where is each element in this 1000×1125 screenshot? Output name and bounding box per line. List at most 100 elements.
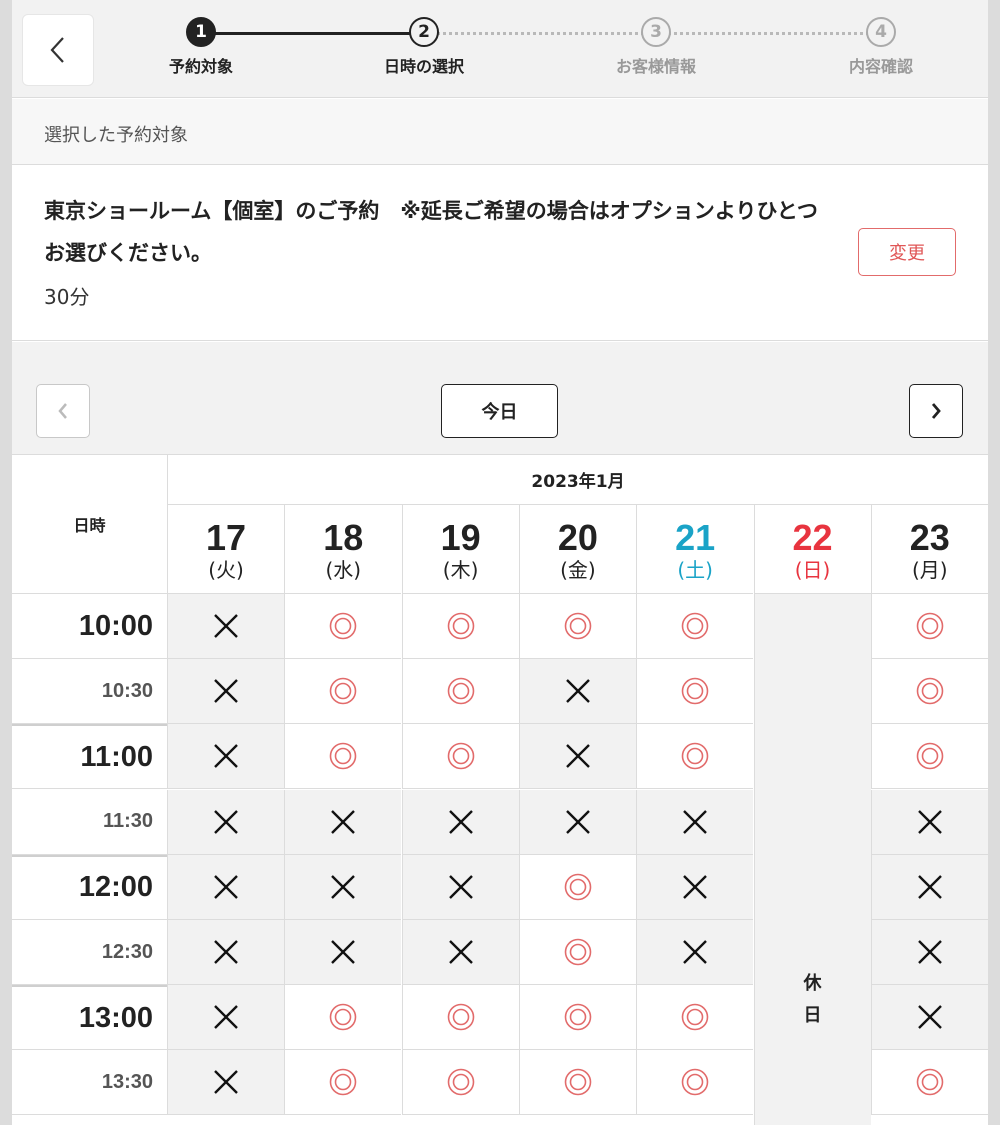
time-slot-available[interactable]: [518, 920, 636, 985]
selected-target: 東京ショールーム【個室】のご予約 ※延長ご希望の場合はオプションよりひとつお選び…: [12, 166, 988, 341]
time-slot-unavailable: [167, 1050, 284, 1116]
unavailable-x-icon: [214, 679, 238, 704]
time-slot-available[interactable]: [284, 659, 402, 725]
time-slot-unavailable: [401, 789, 519, 855]
unavailable-x-icon: [448, 874, 473, 899]
time-label: 11:30: [12, 790, 167, 855]
unavailable-x-icon: [917, 809, 942, 834]
unavailable-x-icon: [683, 809, 708, 834]
time-slot-available[interactable]: [518, 985, 636, 1051]
unavailable-x-icon: [214, 1070, 238, 1095]
step-2-number: 2: [409, 17, 439, 47]
day-header: 20 (金): [518, 505, 636, 594]
step-4-number: 4: [866, 17, 896, 47]
available-double-circle-icon: [916, 612, 944, 640]
booking-page: 1 予約対象 2 日時の選択 3 お客様情報 4 内容確認 選択した予約対象 東…: [12, 0, 988, 1125]
time-slot-unavailable: [284, 789, 402, 855]
time-slot-available[interactable]: [518, 854, 636, 920]
available-double-circle-icon: [681, 612, 709, 640]
target-name: 東京ショールーム【個室】のご予約 ※延長ご希望の場合はオプションよりひとつお選び…: [44, 199, 818, 265]
available-double-circle-icon: [681, 1003, 709, 1031]
available-double-circle-icon: [681, 677, 709, 705]
time-slot-available[interactable]: [518, 594, 636, 659]
time-slot-available[interactable]: [636, 724, 754, 790]
day-header: 19 (木): [401, 505, 519, 594]
available-double-circle-icon: [447, 612, 474, 640]
day-number: 19: [440, 517, 481, 558]
time-slot-unavailable: [636, 854, 754, 920]
day-header: 23 (月): [870, 505, 988, 594]
time-slot-available[interactable]: [870, 724, 988, 790]
time-slot-unavailable: [518, 724, 636, 790]
step-2: 2 日時の選択: [354, 17, 494, 77]
unavailable-x-icon: [566, 744, 590, 769]
time-slot-unavailable: [284, 920, 402, 985]
time-slot-available[interactable]: [870, 594, 988, 659]
time-slot-unavailable: [636, 920, 754, 985]
time-slot-available[interactable]: [284, 985, 402, 1051]
time-slot-unavailable: [401, 920, 519, 985]
available-double-circle-icon: [447, 677, 474, 705]
change-button[interactable]: 変更: [858, 228, 956, 276]
unavailable-x-icon: [331, 874, 356, 899]
time-slot-unavailable: [167, 789, 284, 855]
time-slot-available[interactable]: [636, 594, 754, 659]
unavailable-x-icon: [214, 614, 238, 638]
day-number: 20: [557, 517, 598, 558]
corner-label: 日時: [12, 454, 167, 594]
available-double-circle-icon: [681, 1069, 709, 1096]
time-slot-available[interactable]: [284, 594, 402, 659]
time-label: 12:30: [12, 920, 167, 985]
day-weekday: (金): [560, 558, 596, 582]
unavailable-x-icon: [566, 809, 590, 834]
time-slot-available[interactable]: [636, 659, 754, 725]
chevron-left-icon: [58, 403, 67, 419]
available-double-circle-icon: [916, 743, 944, 770]
unavailable-x-icon: [448, 809, 473, 834]
step-4: 4 内容確認: [811, 17, 951, 77]
holiday-label: 休: [803, 972, 822, 994]
time-slot-unavailable: [636, 789, 754, 855]
time-slot-available[interactable]: [636, 1050, 754, 1116]
available-double-circle-icon: [564, 938, 592, 966]
time-slot-available[interactable]: [284, 724, 402, 790]
time-slot-unavailable: [167, 920, 284, 985]
prev-week-button[interactable]: [36, 384, 90, 438]
unavailable-x-icon: [214, 874, 238, 899]
next-week-button[interactable]: [909, 384, 963, 438]
today-button[interactable]: 今日: [441, 384, 558, 438]
time-slot-available[interactable]: [401, 1050, 519, 1116]
day-header: 18 (水): [284, 505, 402, 594]
unavailable-x-icon: [214, 809, 238, 834]
unavailable-x-icon: [683, 874, 708, 899]
day-number: 17: [205, 517, 247, 558]
step-4-label: 内容確認: [848, 57, 913, 76]
available-double-circle-icon: [564, 873, 592, 901]
time-slot-available[interactable]: [636, 985, 754, 1051]
time-slot-unavailable: [167, 659, 284, 725]
available-double-circle-icon: [916, 677, 944, 705]
day-weekday: (月): [911, 558, 948, 582]
available-double-circle-icon: [329, 1069, 357, 1096]
unavailable-x-icon: [214, 940, 238, 964]
time-slot-available[interactable]: [401, 985, 519, 1051]
day-weekday: (水): [325, 558, 362, 582]
time-slot-unavailable: [284, 854, 402, 920]
unavailable-x-icon: [917, 940, 942, 964]
time-slot-available[interactable]: [401, 724, 519, 790]
time-slot-available[interactable]: [401, 594, 519, 659]
time-slot-unavailable: [167, 985, 284, 1051]
available-double-circle-icon: [916, 1069, 944, 1096]
holiday-label: 日: [803, 1004, 822, 1026]
time-slot-available[interactable]: [518, 1050, 636, 1116]
progress-stepper: 1 予約対象 2 日時の選択 3 お客様情報 4 内容確認: [12, 0, 988, 98]
time-slot-unavailable: [167, 594, 284, 659]
available-double-circle-icon: [329, 612, 357, 640]
time-slot-available[interactable]: [284, 1050, 402, 1116]
time-slot-available[interactable]: [870, 659, 988, 725]
unavailable-x-icon: [214, 744, 238, 769]
time-slot-available[interactable]: [870, 1050, 988, 1116]
step-3-number: 3: [641, 17, 671, 47]
unavailable-x-icon: [683, 940, 708, 964]
time-slot-available[interactable]: [401, 659, 519, 725]
